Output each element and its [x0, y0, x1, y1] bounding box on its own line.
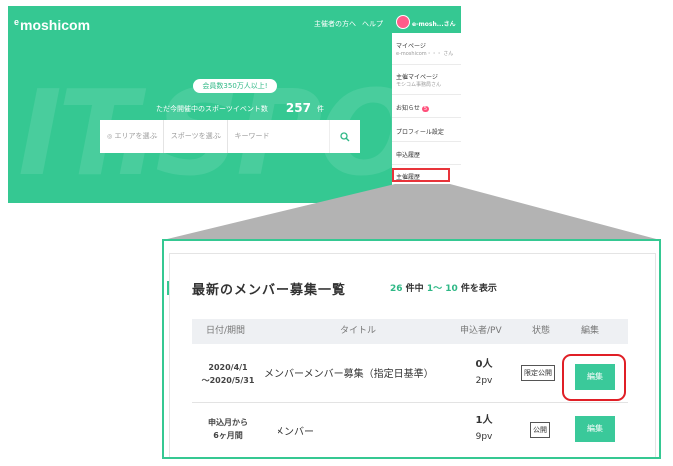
col-edit: 編集	[581, 326, 600, 336]
dropdown-notices[interactable]: お知らせ 5	[396, 103, 430, 112]
divider	[392, 117, 461, 118]
organizer-link[interactable]: 主催者の方へ	[314, 19, 356, 29]
row-date: 申込月から 6ヶ月間	[208, 418, 248, 440]
keyword-input[interactable]: キーワード	[228, 120, 330, 153]
title-accent-bar	[167, 281, 169, 295]
keyword-placeholder: キーワード	[234, 132, 270, 140]
search-icon	[340, 132, 350, 142]
panel-title: 最新のメンバー募集一覧	[192, 283, 347, 298]
col-title: タイトル	[340, 326, 377, 336]
row-divider	[192, 402, 628, 403]
member-count-badge: 会員数350万人以上!	[193, 79, 277, 93]
row-title[interactable]: メンバーメンバー募集（指定日基準）	[264, 365, 434, 380]
col-date: 日付/期間	[206, 326, 246, 336]
divider	[392, 141, 461, 142]
logo-prefix: e	[14, 17, 20, 27]
avatar[interactable]	[396, 15, 410, 29]
divider	[392, 64, 461, 65]
pager-suffix: 件を表示	[460, 284, 497, 294]
moshicom-logo[interactable]: emoshicom	[14, 17, 90, 33]
mypage-label: マイページ	[396, 43, 426, 50]
table-header: 日付/期間 タイトル 申込者/PV 状態 編集	[192, 319, 628, 344]
mypage-sub: e-moshicom・・・ さん	[396, 51, 454, 57]
event-search-bar: ◎ エリアを選ぶ ⌄ スポーツを選ぶ ⌄ キーワード	[100, 120, 360, 153]
total-count: 26	[390, 284, 403, 294]
edit-button-highlight-box	[562, 354, 626, 401]
org-mypage-sub: モシコム事務局さん	[396, 82, 442, 88]
applicant-count: 0人	[475, 359, 493, 370]
area-select-label: エリアを選ぶ	[114, 132, 157, 140]
row-title-overlay	[260, 421, 278, 457]
dropdown-organizer-mypage[interactable]: 主催マイページ モシコム事務局さん	[396, 72, 441, 88]
col-status: 状態	[532, 326, 551, 336]
divider	[392, 164, 461, 165]
col-applicants-pv: 申込者/PV	[460, 326, 502, 336]
row-date: 2020/4/1 〜2020/5/31	[201, 363, 255, 385]
chevron-down-icon: ⌄	[152, 132, 159, 140]
notice-label: お知らせ	[396, 105, 420, 112]
help-link[interactable]: ヘルプ	[362, 19, 383, 29]
divider	[392, 94, 461, 95]
site-header-hero: IT.SPO emoshicom 主催者の方へ ヘルプ e-mosh...さん …	[8, 6, 461, 203]
row-applicants: 1人 9pv	[464, 413, 504, 445]
sport-select-label: スポーツを選ぶ	[170, 132, 220, 140]
notice-count-badge: 5	[421, 106, 430, 112]
status-badge: 公開	[530, 422, 550, 438]
user-menu-name[interactable]: e-mosh...さん	[412, 19, 456, 28]
dropdown-profile-settings[interactable]: プロフィール設定	[396, 127, 444, 136]
status-badge: 限定公開	[521, 365, 555, 381]
area-select[interactable]: ◎ エリアを選ぶ ⌄	[100, 120, 164, 153]
pagination-summary: 26 件中 1〜 10 件を表示	[390, 281, 497, 294]
logo-text: moshicom	[20, 17, 91, 33]
dropdown-application-history[interactable]: 申込履歴	[396, 150, 420, 159]
pager-mid: 件中	[405, 284, 424, 294]
applicant-count: 1人	[475, 415, 493, 426]
org-mypage-label: 主催マイページ	[396, 74, 438, 81]
event-count-line: ただ今開催中のスポーツイベント数 257 件	[156, 100, 324, 115]
chevron-down-icon: ⌄	[216, 132, 223, 140]
organized-history-highlight-box	[392, 168, 450, 182]
event-count-label: ただ今開催中のスポーツイベント数	[156, 105, 268, 113]
event-count-unit: 件	[316, 105, 324, 113]
row-applicants: 0人 2pv	[464, 357, 504, 389]
location-pin-icon: ◎	[107, 133, 113, 140]
pv-count: 9pv	[475, 432, 493, 442]
zoomed-member-recruit-panel: 最新のメンバー募集一覧 26 件中 1〜 10 件を表示 日付/期間 タイトル …	[162, 239, 661, 459]
event-count-number: 257	[285, 101, 311, 115]
search-button[interactable]	[329, 120, 360, 153]
sport-select[interactable]: スポーツを選ぶ ⌄	[164, 120, 228, 153]
user-dropdown-menu: マイページ e-moshicom・・・ さん 主催マイページ モシコム事務局さん…	[392, 33, 461, 203]
pv-count: 2pv	[475, 376, 493, 386]
edit-button[interactable]: 編集	[575, 416, 615, 442]
pager-range: 1〜 10	[426, 284, 458, 294]
dropdown-mypage[interactable]: マイページ e-moshicom・・・ さん	[396, 41, 453, 57]
